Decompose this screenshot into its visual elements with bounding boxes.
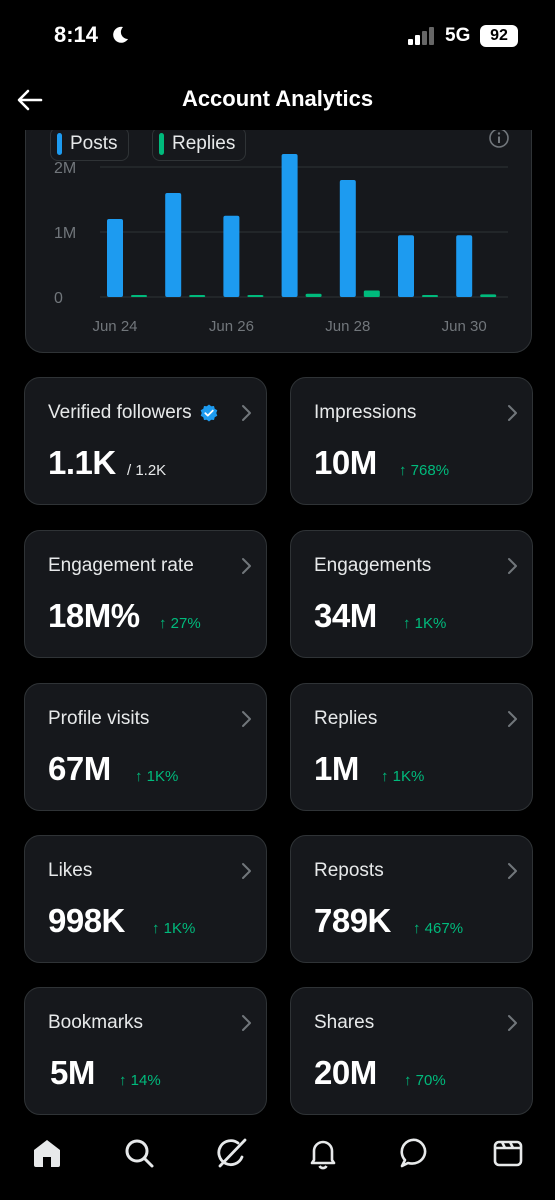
battery-indicator: 92	[480, 25, 518, 47]
legend-swatch-replies	[159, 133, 164, 155]
chat-icon[interactable]	[399, 1136, 433, 1170]
status-time: 8:14	[54, 22, 99, 47]
header: Account Analytics	[0, 72, 555, 130]
legend-posts[interactable]: Posts	[50, 127, 129, 161]
legend-label-posts: Posts	[70, 133, 118, 154]
verified-badge-icon	[200, 404, 217, 422]
stat-card-engagement-rate[interactable]: Engagement rate 18M% ↑ 27%	[24, 530, 267, 658]
stat-label: Profile visits	[48, 708, 150, 729]
x-tick-label: Jun 28	[325, 318, 370, 335]
bar-replies	[247, 295, 264, 297]
stat-card-shares[interactable]: Shares 20M ↑ 70%	[290, 987, 533, 1115]
stat-label: Shares	[314, 1012, 375, 1033]
stat-card-engagements[interactable]: Engagements 34M ↑ 1K%	[290, 530, 533, 658]
stat-delta: ↑ 1K%	[381, 768, 425, 785]
chevron-right-icon	[508, 863, 517, 879]
bar-replies	[305, 293, 322, 297]
grok-icon[interactable]	[214, 1136, 248, 1170]
legend-swatch-posts	[57, 133, 62, 155]
stat-delta: ↑ 1K%	[403, 615, 447, 632]
network-label: 5G	[445, 25, 471, 46]
bar-posts	[398, 235, 414, 297]
status-bar: 8:14 5G 92	[0, 0, 555, 72]
chevron-right-icon	[508, 558, 517, 574]
stat-label: Engagement rate	[48, 555, 194, 576]
moon-icon	[113, 26, 128, 43]
stat-label: Engagements	[314, 555, 432, 576]
stat-value: 34M	[314, 597, 377, 634]
bottom-tab-bar	[0, 1122, 555, 1200]
stat-delta: ↑ 70%	[404, 1072, 446, 1089]
stat-delta: ↑ 467%	[413, 920, 464, 937]
stat-value: 20M	[314, 1054, 377, 1091]
bar-posts	[165, 193, 182, 297]
stat-value: 10M	[314, 444, 377, 481]
home-icon[interactable]	[30, 1136, 64, 1170]
bar-posts	[107, 219, 123, 297]
chevron-right-icon	[242, 863, 251, 879]
bar-posts	[223, 215, 240, 297]
stat-value: 18M%	[48, 597, 140, 634]
stat-label-wrap: Verified followers	[48, 402, 218, 424]
stat-value: 67M	[48, 750, 111, 787]
stat-label: Verified followers	[48, 402, 192, 423]
stat-label: Bookmarks	[48, 1012, 144, 1033]
chevron-right-icon	[242, 405, 251, 421]
stat-delta: ↑ 1K%	[152, 920, 196, 937]
chevron-right-icon	[508, 405, 517, 421]
info-icon[interactable]	[488, 127, 510, 149]
stat-label: Impressions	[314, 402, 417, 423]
bell-icon[interactable]	[306, 1136, 340, 1170]
search-icon[interactable]	[122, 1136, 156, 1170]
y-tick-label: 0	[54, 290, 63, 307]
stat-delta: ↑ 768%	[399, 462, 450, 479]
stat-value: 998K	[48, 902, 125, 939]
bar-replies	[480, 294, 497, 297]
y-tick-label: 1M	[54, 225, 76, 242]
chevron-right-icon	[242, 1015, 251, 1031]
page-title: Account Analytics	[181, 86, 374, 111]
stat-subvalue: / 1.2K	[127, 462, 167, 479]
legend-label-replies: Replies	[172, 133, 236, 154]
bar-replies	[131, 295, 147, 297]
y-tick-label: 2M	[54, 160, 76, 177]
stat-delta: ↑ 1K%	[135, 768, 179, 785]
chevron-right-icon	[508, 711, 517, 727]
stat-card-bookmarks[interactable]: Bookmarks 5M ↑ 14%	[24, 987, 267, 1115]
chart-card: 2M 1M 0 Jun 24 Jun 26 Jun 28 Jun 30 Posts Repl…	[25, 112, 532, 353]
bar-posts	[339, 180, 356, 297]
stat-card-impressions[interactable]: Impressions 10M ↑ 768%	[290, 377, 533, 505]
communities-icon[interactable]	[491, 1136, 525, 1170]
stat-value: 1.1K	[48, 444, 116, 481]
stat-card-replies[interactable]: Replies 1M ↑ 1K%	[290, 683, 533, 811]
bar-replies	[363, 290, 380, 297]
stat-value: 5M	[50, 1054, 95, 1091]
stat-card-reposts[interactable]: Reposts 789K ↑ 467%	[290, 835, 533, 963]
stat-label: Likes	[48, 860, 93, 881]
chevron-right-icon	[242, 558, 251, 574]
bar-replies	[189, 295, 206, 297]
legend-replies[interactable]: Replies	[152, 127, 247, 161]
stat-value: 789K	[314, 902, 391, 939]
x-tick-label: Jun 24	[92, 318, 137, 335]
bar-replies	[422, 295, 438, 297]
chevron-right-icon	[508, 1015, 517, 1031]
stat-label: Replies	[314, 708, 378, 729]
bar-posts	[281, 154, 298, 297]
stat-delta: ↑ 27%	[159, 615, 201, 632]
signal-icon	[408, 27, 434, 45]
bar-posts	[456, 235, 473, 297]
stat-card-profile-visits[interactable]: Profile visits 67M ↑ 1K%	[24, 683, 267, 811]
stat-value: 1M	[314, 750, 359, 787]
stat-card-likes[interactable]: Likes 998K ↑ 1K%	[24, 835, 267, 963]
chevron-right-icon	[242, 711, 251, 727]
stat-delta: ↑ 14%	[119, 1072, 161, 1089]
stat-card-verified-followers[interactable]: Verified followers 1.1K / 1.2K	[24, 377, 267, 505]
x-tick-label: Jun 26	[209, 318, 254, 335]
stat-label: Reposts	[314, 860, 384, 881]
x-tick-label: Jun 30	[442, 318, 487, 335]
